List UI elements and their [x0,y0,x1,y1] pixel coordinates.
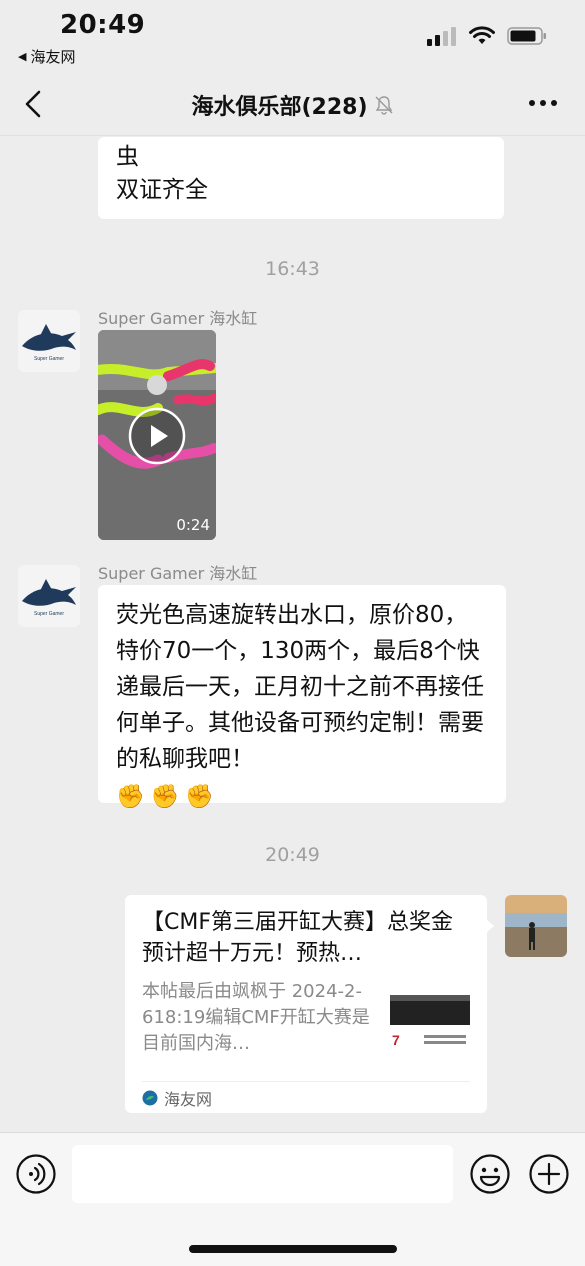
status-time: 20:49 [60,10,146,40]
fist-emoji-icon: ✊ [185,784,214,810]
timestamp: 20:49 [265,844,320,866]
svg-text:7: 7 [392,1032,400,1048]
link-card-message[interactable]: 【CMF第三届开缸大赛】总奖金预计超十万元！预热… 本帖最后由飒枫于 2024-… [125,895,494,1113]
emoji-icon[interactable] [470,1154,510,1194]
voice-icon[interactable] [16,1154,56,1194]
fist-emoji-icon: ✊ [116,784,145,810]
emoji-row: ✊ ✊ ✊ [116,779,488,815]
back-to-app-link[interactable]: ◀ 海友网 [18,46,75,67]
back-app-label: 海友网 [30,48,76,66]
message-text: 荧光色高速旋转出水口，原价80，特价70一个，130两个，最后8个快递最后一天，… [116,602,484,772]
link-description: 本帖最后由飒枫于 2024-2-618:19编辑CMF开缸大赛是目前国内海… [142,981,370,1054]
svg-text:Super Gamer: Super Gamer [34,356,64,362]
svg-text:Super Gamer: Super Gamer [34,611,64,617]
previous-message-line: 双证齐全 [116,177,208,203]
chat-title-row: 海水俱乐部(228) [0,89,585,121]
mute-bell-icon [375,96,393,115]
home-indicator[interactable] [189,1245,397,1253]
status-bar: 20:49 ◀ 海友网 [0,0,585,72]
chat-title: 海水俱乐部(228) [191,95,368,120]
marlin-logo-icon: Super Gamer [22,579,76,617]
text-message-bubble[interactable]: 荧光色高速旋转出水口，原价80，特价70一个，130两个，最后8个快递最后一天，… [98,585,506,810]
my-avatar[interactable] [505,895,567,957]
video-message[interactable]: 0:24 [98,330,216,540]
avatar[interactable]: Super Gamer [18,310,80,372]
plus-icon[interactable] [529,1154,569,1194]
user-photo [505,895,567,957]
source-logo-icon [142,1090,158,1105]
link-title: 【CMF第三届开缸大赛】总奖金预计超十万元！预热… [142,910,453,966]
video-duration: 0:24 [176,516,210,534]
wifi-icon [469,26,495,44]
sender-name: Super Gamer 海水缸 [98,309,258,328]
fist-emoji-icon: ✊ [150,784,180,810]
play-icon[interactable] [127,406,187,466]
message-input[interactable] [72,1145,453,1203]
previous-message-line: 虫 [116,144,139,170]
sender-name: Super Gamer 海水缸 [98,564,258,583]
link-thumbnail: 7 [390,985,470,1057]
previous-message-bubble[interactable]: 虫 双证齐全 [98,137,504,219]
battery-icon [507,27,546,45]
chat-message-list[interactable]: 虫 双证齐全 16:43 Super Gamer Super Gamer 海水缸… [0,137,585,1132]
marlin-logo-icon: Super Gamer [22,324,76,362]
back-triangle-icon: ◀ [18,50,27,63]
signal-icon [427,27,456,46]
link-source-name: 海友网 [164,1089,213,1109]
input-bar [0,1132,585,1266]
timestamp: 16:43 [265,258,320,280]
status-icons [427,26,547,46]
more-dots-icon[interactable] [529,100,557,106]
link-source: 海友网 [142,1081,470,1113]
link-body: 本帖最后由飒枫于 2024-2-618:19编辑CMF开缸大赛是目前国内海… 7 [142,979,470,1059]
avatar[interactable]: Super Gamer [18,565,80,627]
chat-header: 海水俱乐部(228) [0,72,585,136]
